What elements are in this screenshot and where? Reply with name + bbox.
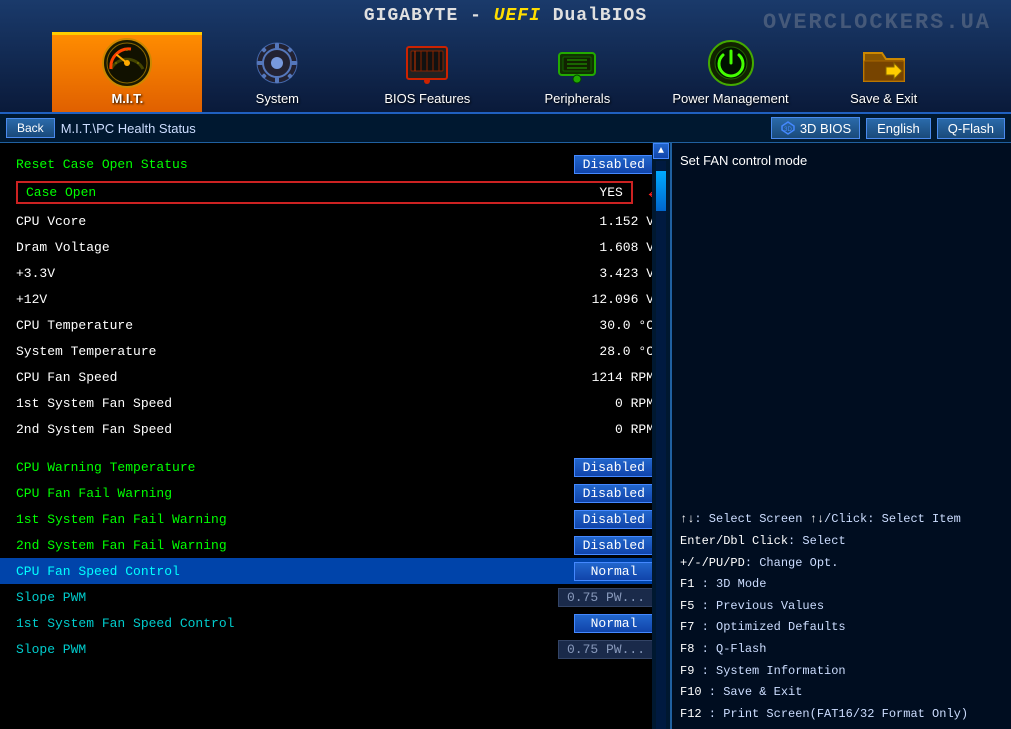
back-button[interactable]: Back [6, 118, 55, 138]
shortcut-change: +/-/PU/PD: Change Opt. [680, 553, 1003, 575]
nav-power[interactable]: Power Management [652, 32, 808, 112]
value: 0.75 PW... [558, 588, 654, 607]
setting-dram-voltage: Dram Voltage 1.608 V [0, 234, 670, 260]
label: CPU Fan Speed Control [16, 564, 574, 579]
value: 0 RPM [554, 396, 654, 411]
watermark: OVERCLOCKERS.UA [763, 10, 991, 35]
value: 0 RPM [554, 422, 654, 437]
scroll-up-button[interactable]: ▲ [653, 143, 669, 159]
nav-mit-label: M.I.T. [111, 91, 143, 106]
nav-bios-label: BIOS Features [384, 91, 470, 106]
shortcut-arrows: ↑↓: Select Screen ↑↓/Click: Select Item [680, 509, 1003, 531]
setting-sys-fan1-control[interactable]: 1st System Fan Speed Control Normal [0, 610, 670, 636]
setting-cpu-fan-fail[interactable]: CPU Fan Fail Warning Disabled [0, 480, 670, 506]
value: 28.0 °C [554, 344, 654, 359]
label: 1st System Fan Speed Control [16, 616, 574, 631]
setting-case-open[interactable]: Case Open YES [16, 181, 633, 204]
shortcut-f12: F12 : Print Screen(FAT16/32 Format Only) [680, 704, 1003, 726]
setting-cpu-warn[interactable]: CPU Warning Temperature Disabled [0, 454, 670, 480]
nav-system[interactable]: System [202, 32, 352, 112]
setting-slope-pwm2[interactable]: Slope PWM 0.75 PW... [0, 636, 670, 662]
label: CPU Vcore [16, 214, 554, 229]
nav-system-label: System [256, 91, 299, 106]
setting-sys-fan1: 1st System Fan Speed 0 RPM [0, 390, 670, 416]
nav-mit[interactable]: M.I.T. [52, 32, 202, 112]
svg-text:3D: 3D [784, 127, 792, 133]
value: Normal [574, 562, 654, 581]
label: CPU Temperature [16, 318, 554, 333]
shortcut-f7: F7 : Optimized Defaults [680, 617, 1003, 639]
shortcut-f8: F8 : Q-Flash [680, 639, 1003, 661]
label: +3.3V [16, 266, 554, 281]
label: 2nd System Fan Speed [16, 422, 554, 437]
shortcut-f1: F1 : 3D Mode [680, 574, 1003, 596]
value: 1214 RPM [554, 370, 654, 385]
setting-case-open-name: Case Open [26, 185, 563, 200]
setting-case-open-value: YES [563, 185, 623, 200]
value: 30.0 °C [554, 318, 654, 333]
value: 1.608 V [554, 240, 654, 255]
label: Dram Voltage [16, 240, 554, 255]
setting-sys-fan1-fail[interactable]: 1st System Fan Fail Warning Disabled [0, 506, 670, 532]
brand-uefi: UEFI [494, 6, 541, 26]
label: CPU Fan Speed [16, 370, 554, 385]
label: CPU Fan Fail Warning [16, 486, 574, 501]
label: Slope PWM [16, 642, 558, 657]
language-button[interactable]: English [866, 118, 931, 139]
label: Slope PWM [16, 590, 558, 605]
value: 3.423 V [554, 266, 654, 281]
brand-gigabyte: GIGABYTE - [364, 6, 494, 26]
shortcut-enter: Enter/Dbl Click: Select [680, 531, 1003, 553]
setting-value: Disabled [574, 155, 654, 174]
label: 1st System Fan Fail Warning [16, 512, 574, 527]
setting-cpu-vcore: CPU Vcore 1.152 V [0, 208, 670, 234]
breadcrumb-path: M.I.T.\PC Health Status [61, 121, 765, 136]
setting-3v3: +3.3V 3.423 V [0, 260, 670, 286]
value: Disabled [574, 536, 654, 555]
setting-sys-fan2: 2nd System Fan Speed 0 RPM [0, 416, 670, 442]
scroll-thumb[interactable] [656, 171, 666, 211]
value: Disabled [574, 484, 654, 503]
bios-3d-badge: 3D 3D BIOS [771, 117, 860, 139]
nav-power-label: Power Management [672, 91, 788, 106]
setting-cpu-fan-control[interactable]: CPU Fan Speed Control Normal [0, 558, 670, 584]
setting-reset-case[interactable]: Reset Case Open Status Disabled [0, 151, 670, 177]
shortcut-esc: ESC/Right Click: Exit [680, 725, 1003, 729]
label: +12V [16, 292, 554, 307]
nav-peripherals[interactable]: Peripherals [502, 32, 652, 112]
value: Disabled [574, 458, 654, 477]
label: CPU Warning Temperature [16, 460, 574, 475]
shortcut-f10: F10 : Save & Exit [680, 682, 1003, 704]
label: 2nd System Fan Fail Warning [16, 538, 574, 553]
help-panel: Set FAN control mode ↑↓: Select Screen ↑… [670, 143, 1011, 729]
help-shortcuts: ↑↓: Select Screen ↑↓/Click: Select Item … [680, 509, 1003, 729]
value: 0.75 PW... [558, 640, 654, 659]
setting-sys-temp: System Temperature 28.0 °C [0, 338, 670, 364]
setting-slope-pwm1[interactable]: Slope PWM 0.75 PW... [0, 584, 670, 610]
setting-sys-fan2-fail[interactable]: 2nd System Fan Fail Warning Disabled [0, 532, 670, 558]
nav-save[interactable]: Save & Exit [809, 32, 959, 112]
value: 1.152 V [554, 214, 654, 229]
setting-cpu-fan: CPU Fan Speed 1214 RPM [0, 364, 670, 390]
help-title: Set FAN control mode [680, 153, 1003, 168]
spacer [0, 442, 670, 454]
nav-save-label: Save & Exit [850, 91, 917, 106]
setting-cpu-temp: CPU Temperature 30.0 °C [0, 312, 670, 338]
value: Disabled [574, 510, 654, 529]
brand-dualbios: DualBIOS [541, 6, 647, 26]
label: 1st System Fan Speed [16, 396, 554, 411]
qflash-button[interactable]: Q-Flash [937, 118, 1005, 139]
shortcut-f5: F5 : Previous Values [680, 596, 1003, 618]
nav-peripherals-label: Peripherals [544, 91, 610, 106]
setting-name: Reset Case Open Status [16, 157, 574, 172]
setting-12v: +12V 12.096 V [0, 286, 670, 312]
scroll-track [656, 161, 666, 729]
value: Normal [574, 614, 654, 633]
nav-bios[interactable]: BIOS Features [352, 32, 502, 112]
label: System Temperature [16, 344, 554, 359]
scrollbar[interactable]: ▲ ▼ [652, 143, 670, 729]
value: 12.096 V [554, 292, 654, 307]
shortcut-f9: F9 : System Information [680, 661, 1003, 683]
